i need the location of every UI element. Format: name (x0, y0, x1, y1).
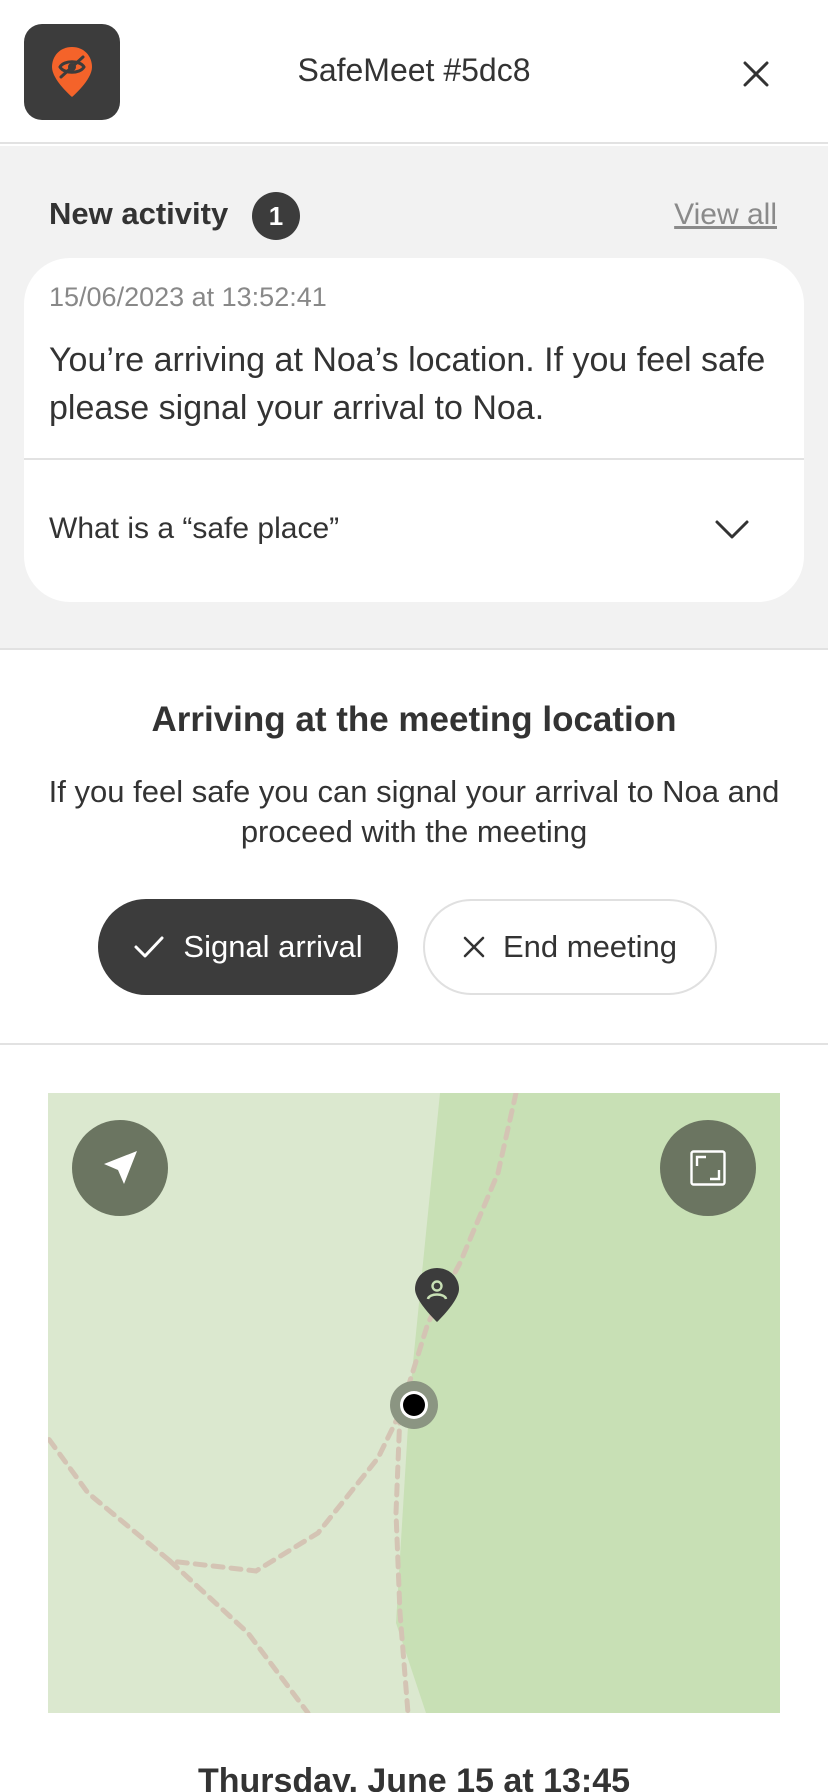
person-pin-icon (415, 1268, 459, 1322)
map-view[interactable] (48, 1093, 780, 1713)
view-all-link[interactable]: View all (674, 198, 777, 232)
close-icon (743, 61, 769, 87)
arrival-title: Arriving at the meeting location (151, 700, 677, 739)
section-divider (0, 1043, 828, 1045)
activity-heading: New activity (49, 196, 229, 231)
navigation-arrow-icon (104, 1151, 137, 1184)
header: SafeMeet #5dc8 (0, 0, 828, 144)
end-meeting-button[interactable]: End meeting (423, 899, 717, 995)
signal-arrival-button[interactable]: Signal arrival (98, 899, 398, 995)
meeting-date: Thursday, June 15 at 13:45 (197, 1762, 631, 1792)
activity-message: You’re arriving at Noa’s location. If yo… (49, 341, 766, 427)
faq-label: What is a “safe place” (49, 512, 340, 545)
close-button[interactable] (726, 44, 786, 104)
safemeet-screen: SafeMeet #5dc8 New activity 1 View all 1… (0, 0, 828, 1792)
expand-icon (690, 1150, 726, 1186)
chevron-down-icon (715, 520, 749, 539)
activity-section: New activity 1 View all 15/06/2023 at 13… (0, 146, 828, 650)
close-icon (463, 936, 485, 958)
activity-timestamp: 15/06/2023 at 13:52:41 (49, 282, 327, 312)
check-icon (134, 936, 164, 958)
signal-arrival-label: Signal arrival (183, 929, 363, 964)
page-title: SafeMeet #5dc8 (297, 52, 531, 88)
activity-card: 15/06/2023 at 13:52:41 You’re arriving a… (24, 258, 804, 602)
activity-count-badge: 1 (252, 192, 300, 240)
locate-me-button[interactable] (72, 1120, 168, 1216)
end-meeting-label: End meeting (502, 929, 678, 964)
expand-map-button[interactable] (660, 1120, 756, 1216)
current-location-marker (390, 1381, 438, 1429)
safe-place-faq-toggle[interactable]: What is a “safe place” (24, 460, 804, 602)
arrival-description: If you feel safe you can signal your arr… (48, 774, 780, 849)
